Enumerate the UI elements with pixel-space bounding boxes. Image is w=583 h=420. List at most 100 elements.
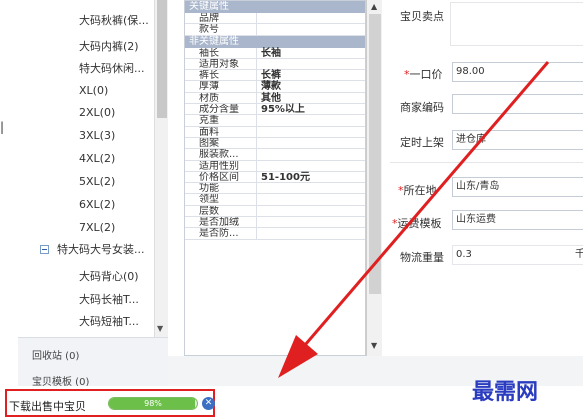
tree-item[interactable]: 5XL(2): [79, 175, 115, 188]
property-row[interactable]: 裤长 长裤: [185, 70, 365, 82]
tree-item[interactable]: 大码内裤(2): [79, 38, 139, 54]
property-key: 面料: [185, 126, 257, 137]
property-section-header: 非关键属性: [185, 35, 365, 48]
property-key: 领型: [185, 194, 257, 205]
location-select[interactable]: 山东/青岛: [452, 177, 583, 197]
property-value[interactable]: [257, 13, 365, 23]
property-row[interactable]: 袖长 长袖: [185, 47, 365, 59]
tree-item[interactable]: XL(0): [79, 84, 108, 97]
property-row[interactable]: 克重: [185, 115, 365, 127]
property-key: 价格区间: [185, 171, 257, 183]
section-divider: [390, 162, 583, 163]
property-value[interactable]: [257, 194, 365, 204]
download-progress-bar: 98%: [108, 397, 198, 410]
property-value[interactable]: 95%以上: [257, 104, 365, 115]
property-value[interactable]: [257, 206, 365, 216]
download-status-box: 下载出售中宝贝 98% ✕: [5, 389, 215, 417]
tree-item[interactable]: 6XL(2): [79, 198, 115, 211]
property-row[interactable]: 功能: [185, 183, 365, 195]
property-key: 款号: [185, 24, 257, 35]
tree-scrollbar-thumb[interactable]: [157, 0, 167, 118]
schedule-label: 定时上架: [400, 136, 444, 149]
property-key: 功能: [185, 183, 257, 194]
property-value[interactable]: [257, 217, 365, 227]
merchant-code-input[interactable]: [452, 94, 583, 114]
category-tree: 大码秋裤(保... 大码内裤(2) 特大码休闲... XL(0) 2XL(0) 3XL(3…: [0, 0, 167, 337]
property-key: 裤长: [185, 70, 257, 81]
property-row[interactable]: 适用性别: [185, 160, 365, 172]
property-key: 袖长: [185, 47, 257, 58]
scroll-up-arrow-icon[interactable]: ▲: [371, 2, 377, 11]
tree-scrollbar[interactable]: ▼: [154, 0, 168, 337]
progress-text: 98%: [144, 399, 162, 408]
property-value[interactable]: [257, 115, 365, 125]
property-value[interactable]: 其他: [257, 93, 365, 104]
price-label-text: 一口价: [409, 68, 443, 81]
property-value[interactable]: [257, 183, 365, 193]
property-key: 适用对象: [185, 58, 257, 70]
property-row[interactable]: 价格区间 51-100元: [185, 171, 365, 184]
tree-item[interactable]: 大码长袖T...: [79, 291, 139, 307]
weight-unit: 千: [575, 246, 583, 264]
property-row[interactable]: 厚薄 薄款: [185, 81, 365, 93]
property-row[interactable]: 品牌: [185, 13, 365, 25]
tree-item[interactable]: 大码背心(0): [79, 268, 139, 284]
property-value[interactable]: [257, 161, 365, 171]
item-form: 宝贝卖点 *一口价 98.00 商家编码 定时上架 进仓库 *所在地 山东/青岛…: [390, 0, 583, 337]
scroll-down-arrow-icon[interactable]: ▼: [371, 341, 377, 350]
property-row[interactable]: 服装款...: [185, 149, 365, 161]
property-row[interactable]: 领型: [185, 194, 365, 206]
tree-item[interactable]: 7XL(2): [79, 221, 115, 234]
tree-item[interactable]: 4XL(2): [79, 152, 115, 165]
shipping-label-text: 运费模板: [397, 217, 442, 230]
selling-point-field[interactable]: [450, 2, 583, 46]
tree-item[interactable]: 2XL(0): [79, 106, 115, 119]
property-value[interactable]: [257, 127, 365, 137]
property-section-header: 关键属性: [185, 1, 365, 13]
property-key: 是否防...: [185, 228, 257, 239]
property-row[interactable]: 适用对象: [185, 58, 365, 71]
tree-group-node[interactable]: 特大码大号女装...: [40, 241, 145, 257]
property-value[interactable]: 长袖: [257, 48, 365, 59]
property-value[interactable]: [257, 59, 365, 69]
recycle-bin-link[interactable]: 回收站 (0): [32, 347, 79, 362]
property-value[interactable]: [257, 138, 365, 148]
shipping-template-select[interactable]: 山东运费: [452, 210, 583, 230]
tree-item[interactable]: 特大码休闲...: [79, 60, 145, 76]
property-scrollbar-thumb[interactable]: [369, 14, 381, 294]
schedule-select[interactable]: 进仓库: [452, 130, 583, 150]
property-value[interactable]: [257, 228, 365, 238]
cancel-icon[interactable]: ✕: [202, 397, 215, 410]
tree-item[interactable]: 大码秋裤(保...: [79, 12, 149, 28]
property-row[interactable]: 层数: [185, 205, 365, 218]
collapse-icon[interactable]: [40, 245, 49, 254]
tree-item[interactable]: 3XL(3): [79, 129, 115, 142]
property-value[interactable]: 长裤: [257, 70, 365, 81]
property-value[interactable]: [257, 149, 365, 159]
price-label: *一口价: [404, 66, 443, 82]
property-value[interactable]: 薄款: [257, 81, 365, 92]
watermark: 最需网: [472, 379, 539, 405]
property-row[interactable]: 款号: [185, 24, 365, 36]
property-row[interactable]: 是否防...: [185, 228, 365, 240]
property-value[interactable]: [257, 24, 365, 34]
property-row[interactable]: 是否加绒: [185, 217, 365, 229]
weight-value: 0.3: [456, 249, 472, 260]
property-row[interactable]: 图案: [185, 137, 365, 150]
property-scrollbar[interactable]: ▲ ▼: [366, 0, 382, 356]
weight-label: 物流重量: [400, 251, 444, 264]
property-value[interactable]: 51-100元: [257, 172, 365, 183]
property-key: 材质: [185, 92, 257, 104]
scroll-down-arrow-icon[interactable]: ▼: [157, 324, 163, 333]
property-row[interactable]: 材质 其他: [185, 92, 365, 105]
price-input[interactable]: 98.00: [452, 62, 583, 82]
property-row[interactable]: 面料: [185, 126, 365, 138]
selling-point-label: 宝贝卖点: [400, 10, 444, 23]
property-key: 厚薄: [185, 81, 257, 92]
tree-item[interactable]: 大码短袖T...: [79, 313, 139, 329]
property-key: 克重: [185, 115, 257, 126]
property-row[interactable]: 成分含量 95%以上: [185, 104, 365, 116]
weight-input[interactable]: 0.3 千: [452, 245, 583, 265]
property-key: 服装款...: [185, 149, 257, 160]
tree-group-label: 特大码大号女装...: [57, 243, 145, 256]
